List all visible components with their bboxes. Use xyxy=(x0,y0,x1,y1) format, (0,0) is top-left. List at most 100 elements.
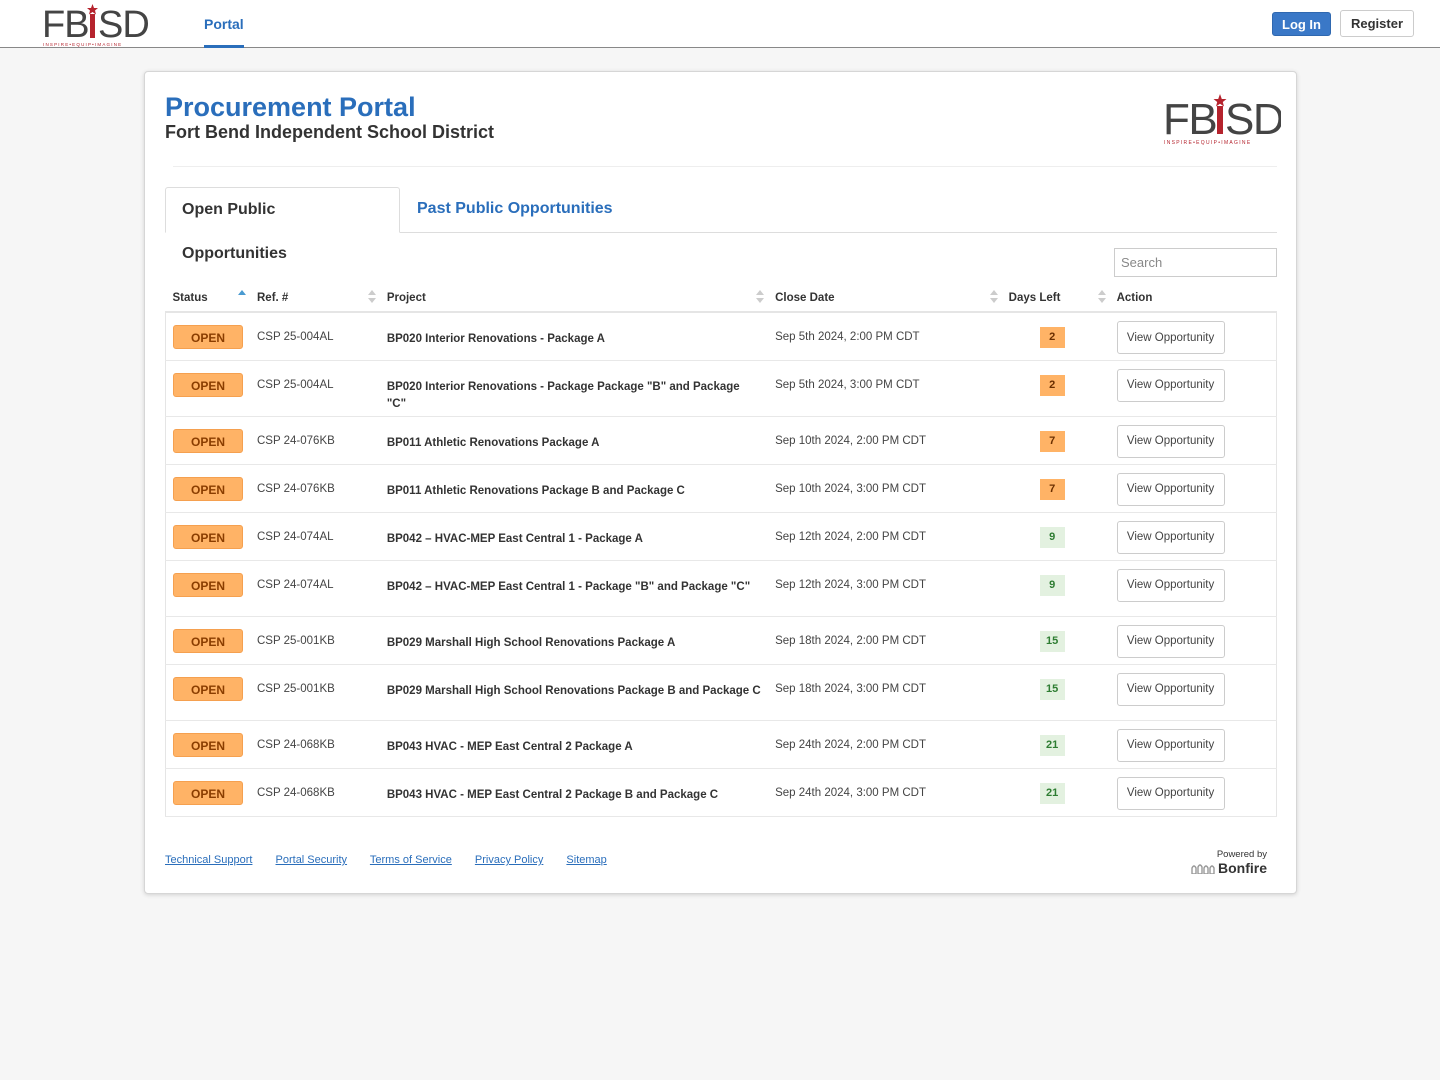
district-logo-graphic: FB SD INSPIRE•EQUIP•IMAGINE xyxy=(1163,94,1285,146)
view-opportunity-button[interactable]: View Opportunity xyxy=(1116,424,1225,458)
opportunity-tabs: Open Public Opportunities Past Public Op… xyxy=(165,187,1277,262)
table-header-row: Status Ref. # Project Close Date Days Le… xyxy=(165,284,1277,313)
status-badge: OPEN xyxy=(173,780,243,805)
project-name: BP029 Marshall High School Renovations P… xyxy=(386,684,761,697)
footer-link-sitemap[interactable]: Sitemap xyxy=(566,854,606,866)
view-opportunity-button[interactable]: View Opportunity xyxy=(1116,368,1225,402)
view-opportunity-button[interactable]: View Opportunity xyxy=(1116,728,1225,762)
column-label: Project xyxy=(386,291,426,304)
bonfire-logo-icon xyxy=(1191,864,1215,874)
days-left-cell: 9 xyxy=(1002,560,1110,616)
column-label: Days Left xyxy=(1008,291,1061,304)
sort-icon[interactable] xyxy=(989,290,998,304)
project-name: BP043 HVAC - MEP East Central 2 Package … xyxy=(386,740,633,753)
sort-icon[interactable] xyxy=(367,290,376,304)
ref-number: CSP 25-004AL xyxy=(257,331,334,343)
table-row: OPEN CSP 24-074AL BP042 – HVAC-MEP East Ce… xyxy=(165,560,1277,616)
status-badge: OPEN xyxy=(173,676,243,701)
days-left-cell: 7 xyxy=(1002,416,1110,464)
close-date: Sep 24th 2024, 2:00 PM CDT xyxy=(775,738,926,751)
bonfire-brand: Bonfire xyxy=(1185,860,1267,876)
ref-number: CSP 25-004AL xyxy=(257,378,334,391)
table-row: OPEN CSP 25-004AL BP020 Interior Renovatio… xyxy=(165,360,1277,416)
footer-link-technical-support[interactable]: Technical Support xyxy=(165,854,252,866)
status-badge: OPEN xyxy=(173,428,243,453)
sort-icon[interactable] xyxy=(756,290,765,304)
days-left-cell: 2 xyxy=(1002,360,1110,416)
days-left-badge: 9 xyxy=(1039,574,1065,596)
days-left-cell: 9 xyxy=(1002,512,1110,560)
ref-number: CSP 24-074AL xyxy=(257,530,334,543)
status-cell: OPEN xyxy=(166,464,251,512)
ref-number: CSP 24-074AL xyxy=(257,578,334,591)
sort-ascending-icon[interactable] xyxy=(238,290,246,304)
column-header-project[interactable]: Project xyxy=(379,284,769,313)
tab-past-opportunities[interactable]: Past Public Opportunities xyxy=(401,187,629,233)
status-cell: OPEN xyxy=(166,312,251,360)
close-date: Sep 10th 2024, 2:00 PM CDT xyxy=(775,434,926,447)
status-badge: OPEN xyxy=(173,572,243,597)
action-cell: View Opportunity xyxy=(1110,512,1277,560)
column-label: Close Date xyxy=(775,291,835,304)
project-name: BP042 – HVAC-MEP East Central 1 - Packag… xyxy=(386,580,751,593)
table-body: OPEN CSP 25-004AL BP020 Interior Renovatio… xyxy=(165,312,1277,816)
bonfire-brand-text: Bonfire xyxy=(1218,860,1267,876)
table-row: OPEN CSP 25-001KB BP029 Marshall High Scho… xyxy=(165,664,1277,720)
fbisd-logo-graphic: FB SD INSPIRE•EQUIP•IMAGINE xyxy=(42,4,150,47)
register-button[interactable]: Register xyxy=(1340,10,1414,37)
status-cell: OPEN xyxy=(166,512,251,560)
view-opportunity-button[interactable]: View Opportunity xyxy=(1116,672,1225,706)
table-row: OPEN CSP 25-001KB BP029 Marshall High Scho… xyxy=(165,616,1277,664)
column-header-status[interactable]: Status xyxy=(165,284,250,313)
view-opportunity-button[interactable]: View Opportunity xyxy=(1116,568,1225,602)
column-header-close-date[interactable]: Close Date xyxy=(768,284,1002,313)
tab-open-opportunities[interactable]: Open Public Opportunities xyxy=(165,187,400,262)
powered-by-bonfire[interactable]: Powered by Bonfire xyxy=(1185,849,1267,876)
close-date: Sep 5th 2024, 3:00 PM CDT xyxy=(775,378,920,391)
fbisd-logo[interactable]: FB SD INSPIRE•EQUIP•IMAGINE xyxy=(42,3,152,47)
close-date: Sep 12th 2024, 3:00 PM CDT xyxy=(775,578,926,591)
table-row: OPEN CSP 24-074AL BP042 – HVAC-MEP East Ce… xyxy=(165,512,1277,560)
status-cell: OPEN xyxy=(166,560,251,616)
portal-card: Procurement Portal Fort Bend Independent… xyxy=(144,71,1297,894)
svg-text:INSPIRE•EQUIP•IMAGINE: INSPIRE•EQUIP•IMAGINE xyxy=(43,42,122,47)
action-cell: View Opportunity xyxy=(1110,664,1277,720)
days-left-cell: 2 xyxy=(1002,312,1110,360)
view-opportunity-button[interactable]: View Opportunity xyxy=(1116,624,1225,658)
view-opportunity-button[interactable]: View Opportunity xyxy=(1116,520,1225,554)
view-opportunity-button[interactable]: View Opportunity xyxy=(1116,472,1225,506)
top-navbar: FB SD INSPIRE•EQUIP•IMAGINE Portal Log I… xyxy=(0,0,1440,48)
status-cell: OPEN xyxy=(166,360,251,416)
sort-icon[interactable] xyxy=(1097,290,1106,304)
login-button[interactable]: Log In xyxy=(1272,12,1331,36)
opportunities-table-wrapper: Status Ref. # Project Close Date Days Le… xyxy=(165,284,1277,817)
close-date: Sep 10th 2024, 3:00 PM CDT xyxy=(775,482,926,495)
action-cell: View Opportunity xyxy=(1110,360,1277,416)
status-badge: OPEN xyxy=(173,325,243,349)
close-date: Sep 5th 2024, 2:00 PM CDT xyxy=(775,331,920,343)
project-name: BP011 Athletic Renovations Package A xyxy=(386,436,600,449)
column-label: Ref. # xyxy=(257,291,289,304)
column-header-ref[interactable]: Ref. # xyxy=(250,284,380,313)
action-cell: View Opportunity xyxy=(1110,312,1277,360)
close-date: Sep 12th 2024, 2:00 PM CDT xyxy=(775,530,926,543)
nav-portal-link[interactable]: Portal xyxy=(204,0,244,48)
ref-number: CSP 24-068KB xyxy=(257,738,335,751)
footer-link-terms-of-service[interactable]: Terms of Service xyxy=(370,854,452,866)
view-opportunity-button[interactable]: View Opportunity xyxy=(1116,321,1225,354)
action-cell: View Opportunity xyxy=(1110,616,1277,664)
footer-link-privacy-policy[interactable]: Privacy Policy xyxy=(475,854,543,866)
footer-link-portal-security[interactable]: Portal Security xyxy=(276,854,348,866)
column-header-days-left[interactable]: Days Left xyxy=(1001,284,1110,313)
view-opportunity-button[interactable]: View Opportunity xyxy=(1116,776,1225,810)
ref-number: CSP 25-001KB xyxy=(257,682,335,695)
svg-text:SD: SD xyxy=(1225,95,1281,144)
footer-links: Technical Support Portal Security Terms … xyxy=(165,854,627,866)
close-date: Sep 24th 2024, 3:00 PM CDT xyxy=(775,786,926,799)
days-left-badge: 21 xyxy=(1039,782,1065,804)
days-left-badge: 2 xyxy=(1039,374,1065,396)
table-row: OPEN CSP 24-068KB BP043 HVAC - MEP East Ce… xyxy=(165,720,1277,768)
days-left-cell: 7 xyxy=(1002,464,1110,512)
table-row: OPEN CSP 24-076KB BP011 Athletic Renovatio… xyxy=(165,464,1277,512)
search-input[interactable] xyxy=(1114,248,1277,277)
